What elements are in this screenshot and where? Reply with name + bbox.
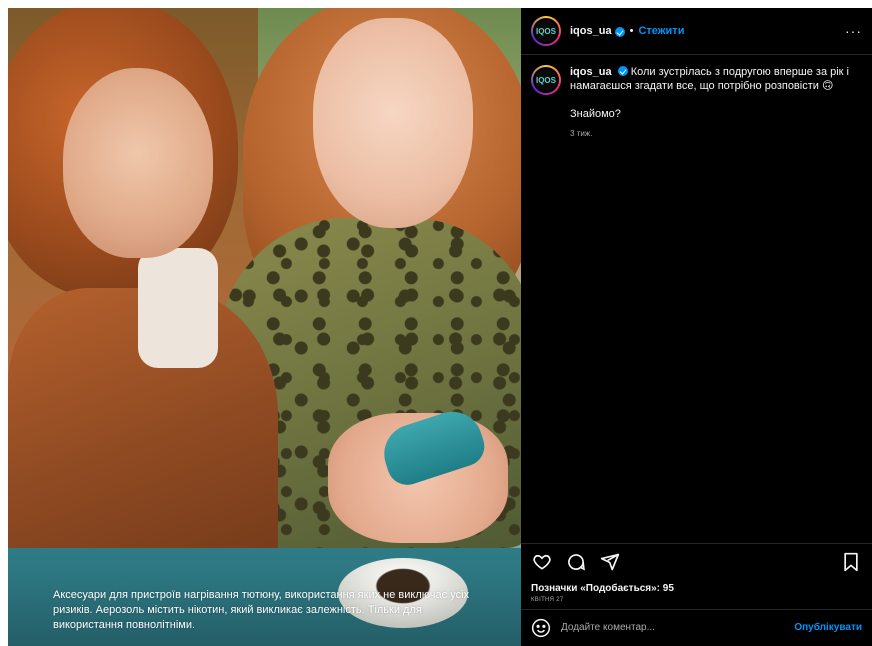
photo-figure-right-face (313, 18, 473, 228)
bookmark-icon[interactable] (840, 551, 862, 573)
caption-block: IQOS iqos_ua Коли зустрілась з подругою … (521, 55, 872, 543)
comment-bar: Опублікувати (521, 608, 872, 646)
caption-second-line: Знайомо? (570, 108, 621, 121)
post-header: IQOS iqos_ua • Стежити ··· (521, 8, 872, 56)
avatar-logo: IQOS (533, 67, 559, 94)
caption-avatar[interactable]: IQOS (531, 65, 561, 96)
photo-figure-left-sleeve (138, 248, 218, 368)
post-side-panel: IQOS iqos_ua • Стежити ··· IQOS iqos_ua … (521, 8, 872, 646)
caption-username[interactable]: iqos_ua (570, 66, 612, 78)
avatar-logo: IQOS (533, 18, 559, 45)
avatar[interactable]: IQOS (531, 16, 561, 47)
likes-block: Позначки «Подобається»: 95 КВІТНЯ 27 (521, 579, 872, 609)
heart-icon[interactable] (531, 551, 553, 573)
follow-button[interactable]: Стежити (638, 25, 684, 37)
post-modal: Аксесуари для пристроїв нагрівання тютюн… (8, 8, 872, 646)
emoji-icon[interactable] (531, 618, 551, 638)
post-date: КВІТНЯ 27 (531, 596, 564, 603)
action-bar (521, 543, 872, 579)
share-icon[interactable] (599, 551, 621, 573)
likes-count[interactable]: Позначки «Подобається»: 95 (531, 583, 862, 594)
comment-input[interactable] (561, 622, 795, 634)
verified-badge-icon (614, 27, 625, 38)
post-image[interactable]: Аксесуари для пристроїв нагрівання тютюн… (8, 8, 521, 646)
photo-figure-left-face (63, 68, 213, 258)
post-comment-button[interactable]: Опублікувати (794, 622, 862, 633)
caption-body: iqos_ua Коли зустрілась з подругою вперш… (570, 65, 860, 543)
caption-first-line: iqos_ua Коли зустрілась з подругою вперш… (570, 65, 860, 93)
more-options-button[interactable]: ··· (845, 23, 862, 39)
caption-text: Коли зустрілась з подругою вперше за рік… (570, 66, 849, 93)
caption-time-ago[interactable]: 3 тиж. (570, 127, 860, 141)
image-disclaimer-text: Аксесуари для пристроїв нагрівання тютюн… (53, 589, 470, 631)
verified-badge-icon (617, 66, 628, 77)
comment-icon[interactable] (565, 551, 587, 573)
header-username[interactable]: iqos_ua (570, 25, 612, 37)
header-separator: • (629, 25, 634, 38)
